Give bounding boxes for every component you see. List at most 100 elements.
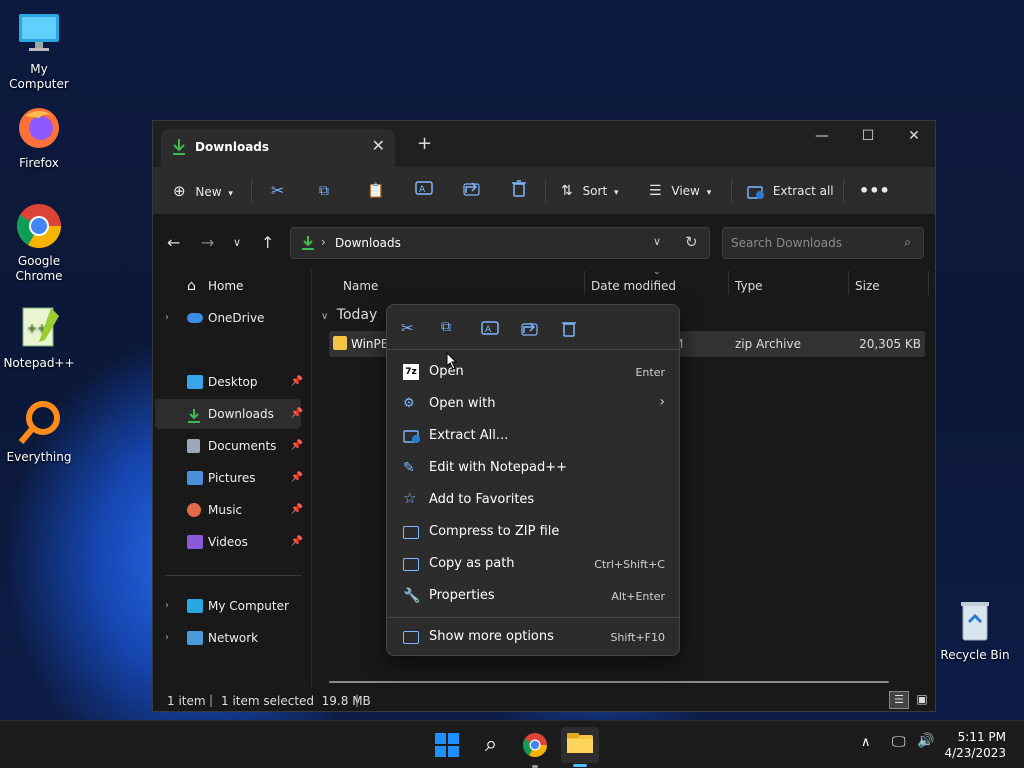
menu-item-open-with[interactable]: ⚙ Open with › [391,389,677,419]
column-header-name[interactable]: Name [343,279,378,293]
sidebar-item-my-computer[interactable]: › My Computer [155,591,301,621]
sidebar-item-music[interactable]: Music 📌 [155,495,303,525]
chevron-up-icon[interactable]: ∧ [861,735,871,750]
more-options-button[interactable]: ••• [859,179,890,203]
close-button[interactable]: ✕ [891,121,937,151]
chevron-down-icon: ∨ [321,311,329,322]
system-clock[interactable]: 5:11 PM 4/23/2023 [944,729,1006,761]
search-button[interactable]: ⌕ [475,729,507,761]
desktop-icon-everything[interactable]: Everything [0,398,78,465]
taskbar-file-explorer[interactable] [561,727,599,767]
menu-item-show-more-options[interactable]: Show more options Shift+F10 [391,622,677,652]
tab-title: Downloads [195,140,270,154]
column-separator[interactable] [584,271,585,295]
rename-button[interactable]: A [415,179,433,203]
folder-icon [567,733,593,753]
menu-item-shortcut: Alt+Enter [611,590,665,603]
divider [251,179,252,203]
sidebar-item-videos[interactable]: Videos 📌 [155,527,303,557]
menu-item-properties[interactable]: 🔧 Properties Alt+Enter [391,581,677,611]
paste-button[interactable]: 📋 [367,179,384,203]
new-tab-icon[interactable]: + [417,133,432,154]
tiles-view-icon[interactable]: ▣ [913,691,931,709]
taskbar-chrome[interactable] [519,729,551,768]
sort-icon: ⇅ [561,183,573,199]
breadcrumb-chevron-icon: › [321,235,326,249]
view-button[interactable]: ☰ View ▾ [649,179,711,203]
forward-arrow-icon[interactable]: → [201,233,214,252]
minimize-button[interactable]: — [799,121,845,151]
file-type: zip Archive [735,337,801,351]
copy-button[interactable]: ⧉ [319,179,329,203]
tab-downloads[interactable]: Downloads ✕ [161,129,395,167]
pin-icon[interactable]: 📌 [291,463,303,493]
back-arrow-icon[interactable]: ← [167,233,180,252]
menu-item-extract-all[interactable]: Extract All... [391,421,677,451]
svg-text:A: A [485,325,492,335]
address-bar[interactable]: › Downloads ∨ ↻ [290,227,710,259]
cut-button[interactable]: ✂ [271,179,284,203]
menu-item-copy-as-path[interactable]: Copy as path Ctrl+Shift+C [391,549,677,579]
chevron-down-icon[interactable]: ∨ [653,235,661,248]
maximize-button[interactable]: ☐ [845,121,891,151]
sidebar-item-downloads[interactable]: Downloads 📌 [155,399,303,429]
address-bar-row: ← → ∨ ↑ › Downloads ∨ ↻ Search Downloads… [153,215,935,267]
pin-icon[interactable]: 📌 [291,399,303,429]
desktop-icon-chrome[interactable]: Google Chrome [0,202,78,284]
menu-item-compress-zip[interactable]: Compress to ZIP file [391,517,677,547]
copy-icon[interactable]: ⧉ [441,319,459,337]
pin-icon[interactable]: 📌 [291,367,303,397]
up-arrow-icon[interactable]: ↑ [261,233,274,252]
pane-splitter[interactable] [311,267,312,687]
recent-locations-icon[interactable]: ∨ [233,236,241,249]
close-tab-icon[interactable]: ✕ [372,136,385,155]
sort-button[interactable]: ⇅ Sort ▾ [561,179,619,203]
sidebar-item-network[interactable]: › Network [155,623,301,653]
search-input[interactable]: Search Downloads ⌕ [722,227,924,259]
delete-button[interactable] [511,179,527,203]
status-selection: 1 item selected 19.8 MB [221,694,371,708]
column-header-size[interactable]: Size [855,279,880,293]
pin-icon[interactable]: 📌 [291,431,303,461]
share-button[interactable] [463,179,481,203]
rename-icon[interactable]: A [481,319,499,337]
trash-icon[interactable] [561,319,579,337]
pin-icon[interactable]: 📌 [291,495,303,525]
menu-item-label: Open with [429,396,496,411]
network-icon[interactable]: 🖵 [892,734,906,750]
column-header-type[interactable]: Type [735,279,763,293]
menu-item-label: Properties [429,588,495,603]
details-view-icon[interactable]: ☰ [889,691,909,709]
column-separator[interactable] [728,271,729,295]
sidebar-item-pictures[interactable]: Pictures 📌 [155,463,303,493]
desktop-icon-notepadpp[interactable]: ++ Notepad++ [0,304,78,371]
sidebar-item-label: OneDrive [208,311,265,325]
desktop-icon-my-computer[interactable]: My Computer [0,10,78,92]
extract-all-button[interactable]: Extract all [747,179,834,203]
column-header-date[interactable]: Date modified [591,279,676,293]
desktop-icon-recycle-bin[interactable]: Recycle Bin [936,596,1014,663]
start-button[interactable] [431,729,463,761]
menu-item-edit-notepadpp[interactable]: ✎ Edit with Notepad++ [391,453,677,483]
breadcrumb-downloads[interactable]: Downloads [335,236,401,250]
column-separator[interactable] [928,271,929,295]
sidebar-item-onedrive[interactable]: › OneDrive [155,303,301,333]
volume-icon[interactable]: 🔊 [917,733,934,749]
scissors-icon[interactable]: ✂ [401,319,419,337]
sidebar-item-home[interactable]: ⌂ Home [155,271,301,301]
refresh-icon[interactable]: ↻ [685,233,698,251]
status-separator: | [209,693,214,707]
group-header[interactable]: ∨ Today [321,307,377,323]
sidebar-item-documents[interactable]: Documents 📌 [155,431,303,461]
status-separator: | [355,693,360,707]
sidebar-item-label: Pictures [208,471,256,485]
column-separator[interactable] [848,271,849,295]
menu-item-add-favorites[interactable]: ☆ Add to Favorites [391,485,677,515]
share-icon[interactable] [521,319,539,337]
new-button[interactable]: ⊕ New ▾ [173,179,233,203]
sidebar-item-desktop[interactable]: Desktop 📌 [155,367,303,397]
horizontal-scrollbar[interactable] [329,681,889,683]
desktop-icon-firefox[interactable]: Firefox [0,104,78,171]
pin-icon[interactable]: 📌 [291,527,303,557]
menu-item-open[interactable]: 7z Open Enter [391,357,677,387]
